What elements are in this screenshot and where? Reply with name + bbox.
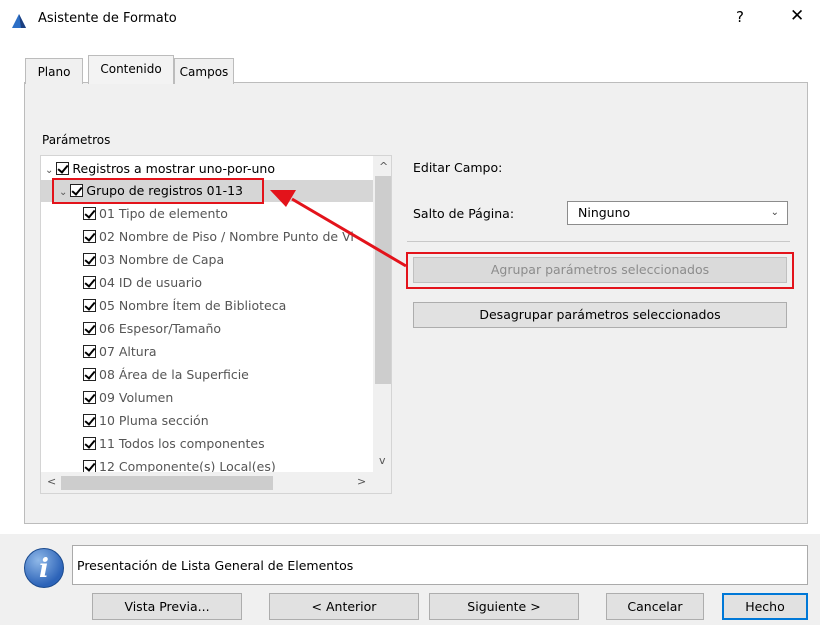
tree-item-child[interactable]: 05 Nombre Ítem de Biblioteca bbox=[83, 295, 286, 317]
vertical-scroll-thumb[interactable] bbox=[375, 176, 391, 384]
tree-item-child[interactable]: 09 Volumen bbox=[83, 387, 173, 409]
tree-item-label: 05 Nombre Ítem de Biblioteca bbox=[99, 298, 287, 313]
tree-item-label: 07 Altura bbox=[99, 344, 157, 359]
horizontal-scrollbar[interactable]: < > bbox=[41, 472, 391, 493]
tree-item-label: 03 Nombre de Capa bbox=[99, 252, 225, 267]
tree-item-root[interactable]: ⌄ Registros a mostrar uno-por-uno bbox=[45, 158, 275, 180]
checkbox-checked-icon[interactable] bbox=[83, 276, 96, 289]
cancel-button[interactable]: Cancelar bbox=[606, 593, 704, 620]
status-text: Presentación de Lista General de Element… bbox=[72, 545, 808, 585]
archicad-app-icon bbox=[12, 14, 26, 28]
ungroup-parameters-button[interactable]: Desagrupar parámetros seleccionados bbox=[413, 302, 787, 328]
next-button[interactable]: Siguiente > bbox=[429, 593, 579, 620]
chevron-down-icon: ⌄ bbox=[770, 207, 779, 218]
checkbox-checked-icon[interactable] bbox=[83, 322, 96, 335]
title-bar: Asistente de Formato ? ✕ bbox=[0, 0, 820, 40]
preview-button[interactable]: Vista Previa... bbox=[92, 593, 242, 620]
checkbox-checked-icon[interactable] bbox=[83, 391, 96, 404]
scroll-down-icon[interactable]: v bbox=[379, 454, 386, 467]
page-break-value: Ninguno bbox=[578, 205, 631, 220]
checkbox-checked-icon[interactable] bbox=[83, 230, 96, 243]
tree-item-child[interactable]: 04 ID de usuario bbox=[83, 272, 202, 294]
tree-item-label: 11 Todos los componentes bbox=[99, 436, 265, 451]
checkbox-checked-icon[interactable] bbox=[56, 162, 70, 175]
tab-plano[interactable]: Plano bbox=[25, 58, 83, 84]
scroll-left-icon[interactable]: < bbox=[47, 475, 56, 488]
tree-item-child[interactable]: 02 Nombre de Piso / Nombre Punto de Vi bbox=[83, 226, 354, 248]
tree-item-child[interactable]: 10 Pluma sección bbox=[83, 410, 209, 432]
scroll-up-icon[interactable]: ^ bbox=[379, 160, 388, 173]
tree-item-child[interactable]: 03 Nombre de Capa bbox=[83, 249, 224, 271]
tree-item-label: 10 Pluma sección bbox=[99, 413, 209, 428]
page-break-label: Salto de Página: bbox=[413, 206, 515, 221]
tree-item-label: 04 ID de usuario bbox=[99, 275, 203, 290]
vertical-scrollbar[interactable]: ^ v bbox=[373, 156, 391, 472]
help-button[interactable]: ? bbox=[736, 8, 744, 26]
tab-contenido[interactable]: Contenido bbox=[88, 55, 174, 84]
info-icon: i bbox=[24, 548, 64, 588]
tree-item-child[interactable]: 08 Área de la Superficie bbox=[83, 364, 249, 386]
close-button[interactable]: ✕ bbox=[790, 6, 804, 26]
annotation-highlight-group bbox=[52, 178, 264, 204]
checkbox-checked-icon[interactable] bbox=[83, 207, 96, 220]
done-button[interactable]: Hecho bbox=[722, 593, 808, 620]
checkbox-checked-icon[interactable] bbox=[83, 345, 96, 358]
tree-item-label: 06 Espesor/Tamaño bbox=[99, 321, 222, 336]
checkbox-checked-icon[interactable] bbox=[83, 414, 96, 427]
tree-item-label: 09 Volumen bbox=[99, 390, 174, 405]
tree-item-label: Registros a mostrar uno-por-uno bbox=[72, 161, 275, 176]
tree-item-child[interactable]: 07 Altura bbox=[83, 341, 157, 363]
horizontal-scroll-thumb[interactable] bbox=[61, 476, 273, 490]
checkbox-checked-icon[interactable] bbox=[83, 437, 96, 450]
chevron-down-icon[interactable]: ⌄ bbox=[45, 165, 53, 176]
scroll-right-icon[interactable]: > bbox=[357, 475, 366, 488]
back-button[interactable]: < Anterior bbox=[269, 593, 419, 620]
parameters-tree[interactable]: ⌄ Registros a mostrar uno-por-uno ⌄ Grupo … bbox=[40, 155, 392, 494]
tree-item-label: 01 Tipo de elemento bbox=[99, 206, 228, 221]
tree-item-child[interactable]: 06 Espesor/Tamaño bbox=[83, 318, 221, 340]
tree-item-child[interactable]: 11 Todos los componentes bbox=[83, 433, 265, 455]
tree-item-child[interactable]: 01 Tipo de elemento bbox=[83, 203, 228, 225]
tree-item-label: 02 Nombre de Piso / Nombre Punto de Vi bbox=[99, 229, 354, 244]
tab-campos[interactable]: Campos bbox=[174, 58, 234, 84]
parameters-label: Parámetros bbox=[42, 133, 111, 147]
annotation-highlight-group-button bbox=[406, 252, 794, 289]
checkbox-checked-icon[interactable] bbox=[83, 299, 96, 312]
checkbox-checked-icon[interactable] bbox=[83, 368, 96, 381]
tree-item-label: 08 Área de la Superficie bbox=[99, 367, 249, 382]
separator bbox=[407, 241, 790, 242]
checkbox-checked-icon[interactable] bbox=[83, 253, 96, 266]
page-break-select[interactable]: Ninguno ⌄ bbox=[567, 201, 788, 225]
edit-field-label: Editar Campo: bbox=[413, 160, 503, 175]
window-title: Asistente de Formato bbox=[38, 11, 177, 26]
